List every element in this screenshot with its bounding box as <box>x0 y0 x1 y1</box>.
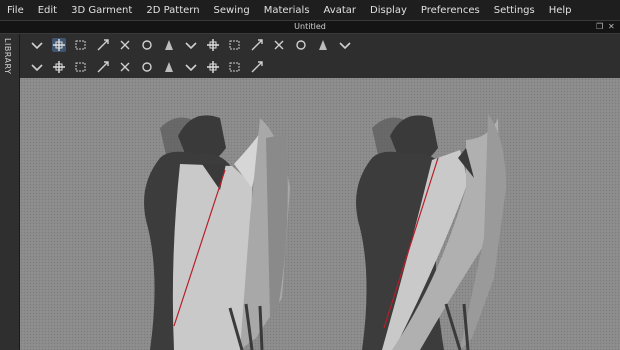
avatar-right <box>356 114 506 350</box>
measure-icon[interactable] <box>316 38 330 52</box>
close-icon[interactable]: ✕ <box>608 22 615 31</box>
fold-line-icon[interactable] <box>228 60 242 74</box>
ruler-icon[interactable] <box>338 38 352 52</box>
menu-settings[interactable]: Settings <box>487 5 542 16</box>
document-titlebar: Untitled ❐ ✕ <box>0 20 620 34</box>
avatar-pose-icon[interactable] <box>250 38 264 52</box>
menu-display[interactable]: Display <box>363 5 414 16</box>
menu-avatar[interactable]: Avatar <box>317 5 363 16</box>
menu-bar: File Edit 3D Garment 2D Pattern Sewing Materi… <box>0 0 620 20</box>
garment-fit-icon[interactable] <box>272 38 286 52</box>
library-label[interactable]: LIBRARY <box>3 38 12 74</box>
toolbar-row-1 <box>20 34 620 56</box>
texture-checker-icon[interactable] <box>30 60 44 74</box>
transform-pattern-icon[interactable] <box>96 38 110 52</box>
edit-point-icon[interactable] <box>74 60 88 74</box>
button-icon[interactable] <box>140 60 154 74</box>
3d-viewport[interactable] <box>20 78 620 350</box>
seam-line-icon[interactable] <box>118 60 132 74</box>
menu-3d-garment[interactable]: 3D Garment <box>64 5 139 16</box>
internal-line-icon[interactable] <box>96 60 110 74</box>
trim-icon[interactable] <box>206 60 220 74</box>
restore-icon[interactable]: ❐ <box>596 22 603 31</box>
menu-2d-pattern[interactable]: 2D Pattern <box>139 5 206 16</box>
library-sidebar[interactable]: LIBRARY <box>0 34 20 350</box>
fold-arrangement-icon[interactable] <box>118 38 132 52</box>
menu-preferences[interactable]: Preferences <box>414 5 487 16</box>
menu-materials[interactable]: Materials <box>257 5 317 16</box>
layer-icon[interactable] <box>294 38 308 52</box>
steam-icon[interactable] <box>228 38 242 52</box>
menu-sewing[interactable]: Sewing <box>207 5 257 16</box>
document-title: Untitled <box>294 22 326 31</box>
select-move-icon[interactable] <box>52 38 66 52</box>
menu-help[interactable]: Help <box>542 5 579 16</box>
toolbar-row-2 <box>20 56 620 79</box>
menu-edit[interactable]: Edit <box>31 5 64 16</box>
tack-icon[interactable] <box>162 38 176 52</box>
select-box-icon[interactable] <box>74 38 88 52</box>
check-icon[interactable] <box>250 60 264 74</box>
avatar-left <box>144 115 290 350</box>
sew-icon[interactable] <box>206 38 220 52</box>
pin-icon[interactable] <box>184 38 198 52</box>
graphic-icon[interactable] <box>52 60 66 74</box>
menu-file[interactable]: File <box>0 5 31 16</box>
fold-tool-icon[interactable] <box>140 38 154 52</box>
zipper-icon[interactable] <box>184 60 198 74</box>
scene-render <box>144 114 506 350</box>
buttonhole-icon[interactable] <box>162 60 176 74</box>
select-mesh-icon[interactable] <box>30 38 44 52</box>
